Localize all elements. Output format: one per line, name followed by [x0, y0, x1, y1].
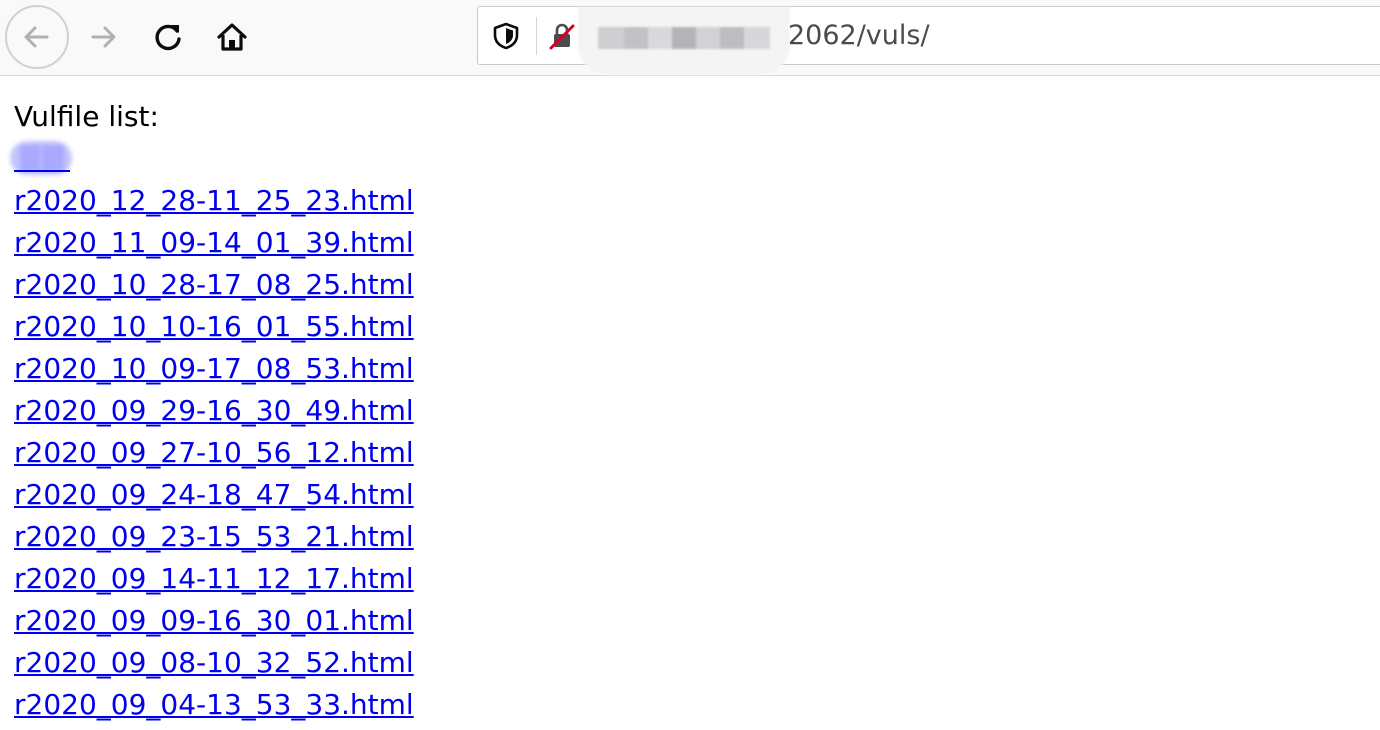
forward-button[interactable] — [72, 5, 136, 69]
browser-toolbar: 2062/vuls/ — [0, 0, 1380, 76]
home-icon — [215, 20, 249, 54]
list-item: r2020_09_14-11_12_17.html — [14, 558, 1364, 600]
file-list: r2020_12_28-11_25_23.html r2020_11_09-14… — [14, 180, 1364, 726]
list-item: r2020_11_09-14_01_39.html — [14, 222, 1364, 264]
file-link[interactable]: r2020_09_23-15_53_21.html — [14, 520, 414, 553]
redacted-hostname — [578, 7, 790, 75]
file-link[interactable]: r2020_09_08-10_32_52.html — [14, 646, 414, 679]
address-bar[interactable]: 2062/vuls/ — [477, 6, 1380, 75]
list-item: r2020_09_04-13_53_33.html — [14, 684, 1364, 726]
list-item: r2020_10_09-17_08_53.html — [14, 348, 1364, 390]
file-link[interactable]: r2020_10_28-17_08_25.html — [14, 268, 414, 301]
list-item: r2020_09_09-16_30_01.html — [14, 600, 1364, 642]
list-item: r2020_10_28-17_08_25.html — [14, 264, 1364, 306]
urlbar-separator — [536, 17, 537, 55]
back-button[interactable] — [5, 5, 69, 69]
insecure-lock-icon[interactable] — [548, 22, 576, 50]
list-item: r2020_09_27-10_56_12.html — [14, 432, 1364, 474]
file-link[interactable]: r2020_09_04-13_53_33.html — [14, 688, 414, 721]
file-link[interactable]: r2020_10_10-16_01_55.html — [14, 310, 414, 343]
home-button[interactable] — [200, 5, 264, 69]
file-link[interactable]: r2020_09_24-18_47_54.html — [14, 478, 414, 511]
list-item: r2020_10_10-16_01_55.html — [14, 306, 1364, 348]
redacted-link[interactable] — [10, 138, 1364, 180]
arrow-right-icon — [87, 20, 121, 54]
list-item: r2020_09_29-16_30_49.html — [14, 390, 1364, 432]
file-link[interactable]: r2020_09_09-16_30_01.html — [14, 604, 414, 637]
file-link[interactable]: r2020_09_29-16_30_49.html — [14, 394, 414, 427]
file-link[interactable]: r2020_09_14-11_12_17.html — [14, 562, 414, 595]
url-text[interactable]: 2062/vuls/ — [788, 19, 930, 53]
page-heading: Vulfile list: — [14, 100, 159, 133]
arrow-left-icon — [20, 20, 54, 54]
reload-button[interactable] — [136, 5, 200, 69]
shield-icon[interactable] — [492, 22, 520, 50]
list-item: r2020_12_28-11_25_23.html — [14, 180, 1364, 222]
page-content: Vulfile list: r2020_12_28-11_25_23.html … — [10, 96, 1364, 726]
file-link[interactable]: r2020_12_28-11_25_23.html — [14, 184, 414, 217]
reload-icon — [151, 20, 185, 54]
list-item: r2020_09_23-15_53_21.html — [14, 516, 1364, 558]
file-link[interactable]: r2020_10_09-17_08_53.html — [14, 352, 414, 385]
list-item: r2020_09_08-10_32_52.html — [14, 642, 1364, 684]
file-link[interactable]: r2020_09_27-10_56_12.html — [14, 436, 414, 469]
file-link[interactable]: r2020_11_09-14_01_39.html — [14, 226, 414, 259]
list-item: r2020_09_24-18_47_54.html — [14, 474, 1364, 516]
